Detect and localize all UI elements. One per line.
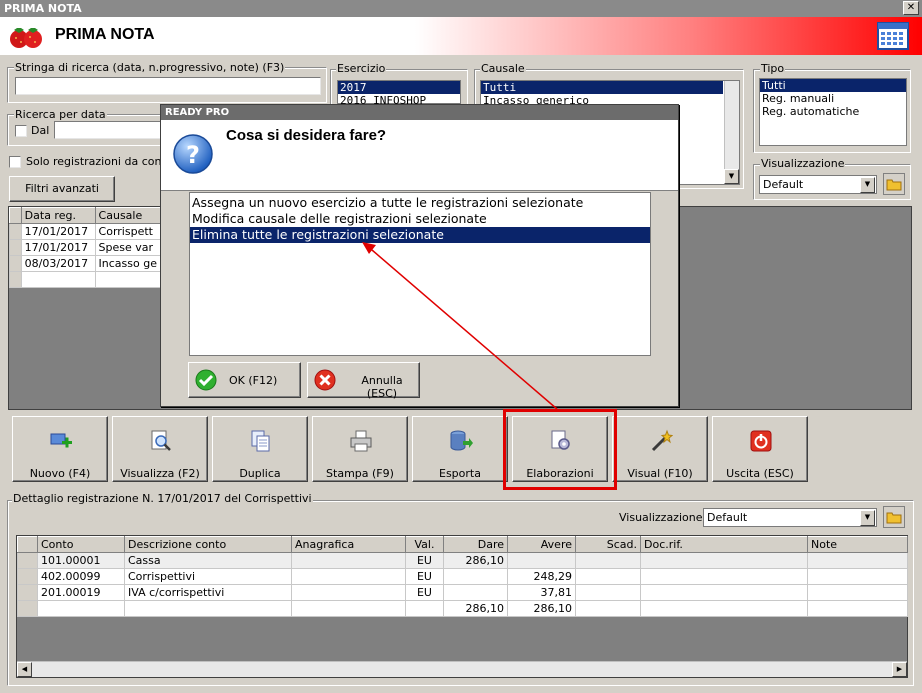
dialog-option[interactable]: Modifica causale delle registrazioni sel… xyxy=(190,211,650,227)
controlled-only-checkbox[interactable] xyxy=(9,156,21,168)
dialog-options-list[interactable]: Assegna un nuovo esercizio a tutte le re… xyxy=(189,192,651,356)
calendar-icon[interactable] xyxy=(877,22,909,50)
dialog-divider xyxy=(161,190,678,191)
total-avere: 286,10 xyxy=(507,600,576,617)
total-dare: 286,10 xyxy=(443,600,508,617)
tipo-item[interactable]: Reg. automatiche xyxy=(760,105,906,118)
search-label: Stringa di ricerca (data, n.progressivo,… xyxy=(14,61,286,74)
detail-label: Dettaglio registrazione N. 17/01/2017 de… xyxy=(12,492,313,505)
top-view-select[interactable]: Default ▼ xyxy=(759,175,877,194)
action-dialog: READY PRO ? Cosa si desidera fare? Asseg… xyxy=(160,104,679,407)
table-row[interactable] xyxy=(9,271,162,288)
table-row[interactable]: 08/03/2017 Incasso ge xyxy=(9,255,162,272)
causale-item[interactable]: Tutti xyxy=(481,81,723,94)
dialog-title: READY PRO xyxy=(161,105,678,120)
column-header[interactable]: Dare xyxy=(443,536,508,553)
table-row[interactable]: 17/01/2017 Corrispett xyxy=(9,223,162,240)
exit-icon xyxy=(750,430,772,452)
export-button[interactable]: Esporta xyxy=(412,416,508,482)
folder-icon[interactable] xyxy=(883,173,905,195)
magic-wand-icon xyxy=(651,429,673,452)
table-row[interactable]: 17/01/2017 Spese var xyxy=(9,239,162,256)
new-record-icon xyxy=(50,433,72,448)
print-button[interactable]: Stampa (F9) xyxy=(312,416,408,482)
question-icon: ? xyxy=(173,134,213,174)
causale-label: Causale xyxy=(480,62,526,75)
detail-view-select[interactable]: Default ▼ xyxy=(703,508,877,527)
search-input[interactable] xyxy=(15,77,321,95)
table-row[interactable]: 402.00099 Corrispettivi EU 248,29 xyxy=(17,568,908,585)
duplicate-icon xyxy=(251,430,270,452)
esercizio-item[interactable]: 2017 xyxy=(338,81,460,94)
column-header[interactable]: Val. xyxy=(405,536,444,553)
highlight-box xyxy=(503,409,617,490)
scroll-right-icon[interactable]: ▶ xyxy=(892,662,907,677)
duplicate-button[interactable]: Duplica xyxy=(212,416,308,482)
tipo-item[interactable]: Tutti xyxy=(760,79,906,92)
advanced-filters-button[interactable]: Filtri avanzati xyxy=(9,176,115,202)
view-document-icon xyxy=(151,430,171,451)
column-header[interactable]: Descrizione conto xyxy=(124,536,292,553)
column-header[interactable]: Note xyxy=(807,536,908,553)
column-header[interactable]: Conto xyxy=(37,536,125,553)
page-title: PRIMA NOTA xyxy=(55,26,155,43)
new-button[interactable]: Nuovo (F4) xyxy=(12,416,108,482)
date-from-input[interactable] xyxy=(54,121,164,139)
window-title: PRIMA NOTA xyxy=(4,2,82,15)
chevron-down-icon[interactable]: ▼ xyxy=(860,510,875,526)
dialog-question: Cosa si desidera fare? xyxy=(226,127,387,144)
column-header[interactable]: Causale xyxy=(94,207,162,224)
detail-horizontal-scrollbar[interactable]: ◀ ▶ xyxy=(17,661,907,677)
column-header[interactable]: Anagrafica xyxy=(291,536,406,553)
esercizio-list[interactable]: 2017 2016 INFOSHOP xyxy=(337,80,461,107)
detail-view-label: Visualizzazione : xyxy=(619,511,710,524)
date-search-label: Ricerca per data xyxy=(14,108,107,121)
esercizio-label: Esercizio xyxy=(336,62,387,75)
date-from-checkbox[interactable] xyxy=(15,125,27,137)
printer-icon xyxy=(350,430,372,452)
svg-text:?: ? xyxy=(186,141,200,169)
totals-row: 286,10 286,10 xyxy=(17,600,908,617)
close-button[interactable]: ✕ xyxy=(903,1,919,15)
column-header[interactable]: Data reg. xyxy=(20,207,96,224)
cancel-button[interactable]: Annulla (ESC) xyxy=(307,362,420,400)
strawberry-logo-icon xyxy=(10,28,42,48)
grid-header: Conto Descrizione conto Anagrafica Val. … xyxy=(17,536,908,553)
dialog-option[interactable]: Assegna un nuovo esercizio a tutte le re… xyxy=(190,195,650,211)
tipo-item[interactable]: Reg. manuali xyxy=(760,92,906,105)
table-row[interactable]: 101.00001 Cassa EU 286,10 xyxy=(17,552,908,569)
exit-button[interactable]: Uscita (ESC) xyxy=(712,416,808,482)
detail-grid: Conto Descrizione conto Anagrafica Val. … xyxy=(16,535,908,678)
column-header[interactable]: Doc.rif. xyxy=(640,536,808,553)
database-export-icon xyxy=(450,430,473,451)
folder-icon[interactable] xyxy=(883,506,905,528)
column-header[interactable]: Avere xyxy=(507,536,576,553)
tipo-list[interactable]: Tutti Reg. manuali Reg. automatiche xyxy=(759,78,907,146)
tipo-label: Tipo xyxy=(760,62,786,75)
grid-header: Data reg. Causale xyxy=(9,207,162,224)
scroll-left-icon[interactable]: ◀ xyxy=(17,662,32,677)
checkmark-icon xyxy=(195,369,217,391)
visual-button[interactable]: Visual (F10) xyxy=(612,416,708,482)
date-from-label: Dal xyxy=(31,124,50,137)
column-header[interactable]: Scad. xyxy=(575,536,641,553)
ok-button[interactable]: OK (F12) xyxy=(188,362,301,398)
table-row[interactable]: 201.00019 IVA c/corrispettivi EU 37,81 xyxy=(17,584,908,601)
dialog-option-selected[interactable]: Elimina tutte le registrazioni seleziona… xyxy=(190,227,650,243)
cancel-x-icon xyxy=(314,369,336,391)
view-button[interactable]: Visualizza (F2) xyxy=(112,416,208,482)
top-view-label: Visualizzazione xyxy=(760,157,846,170)
scroll-down-icon[interactable]: ▼ xyxy=(724,169,739,184)
window-titlebar: PRIMA NOTA xyxy=(0,0,922,17)
chevron-down-icon[interactable]: ▼ xyxy=(860,177,875,193)
